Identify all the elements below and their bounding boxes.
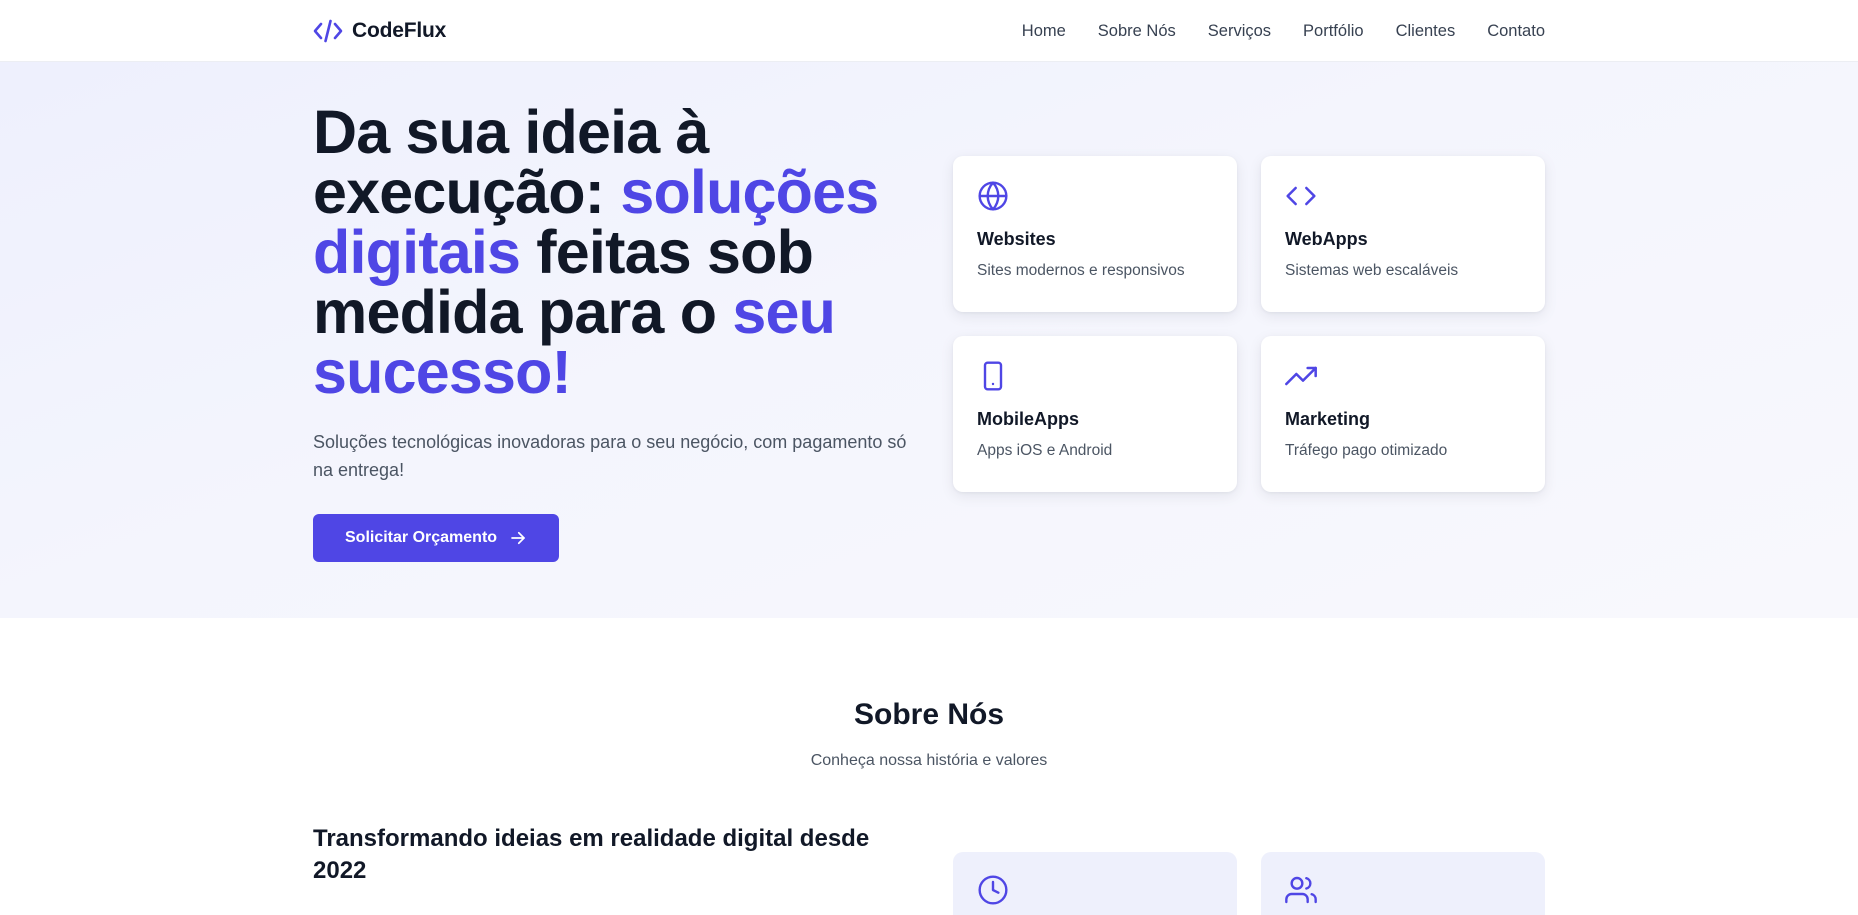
about-section-title: Sobre Nós <box>853 698 1005 731</box>
hero-content: Da sua ideia à execução: soluções digita… <box>313 102 913 562</box>
brand-logo[interactable]: CodeFlux <box>313 19 446 43</box>
code-icon <box>313 19 343 43</box>
nav-link-sobre-nos[interactable]: Sobre Nós <box>1098 22 1176 41</box>
service-card-webapps[interactable]: WebApps Sistemas web escaláveis <box>1261 156 1545 312</box>
services-grid: Websites Sites modernos e responsivos We… <box>953 156 1545 492</box>
nav-link-servicos[interactable]: Serviços <box>1208 22 1271 41</box>
service-desc: Tráfego pago otimizado <box>1285 442 1448 459</box>
brand-name: CodeFlux <box>352 19 447 42</box>
globe-icon <box>977 180 1009 212</box>
top-navbar: CodeFlux Home Sobre Nós Serviços Portfól… <box>0 0 1858 62</box>
arrow-right-icon <box>509 529 527 547</box>
service-title: WebApps <box>1285 229 1368 249</box>
service-title: Marketing <box>1285 409 1371 429</box>
service-desc: Sites modernos e responsivos <box>977 262 1185 279</box>
request-quote-label: Solicitar Orçamento <box>345 529 498 546</box>
service-title: MobileApps <box>977 409 1079 429</box>
nav-link-clientes[interactable]: Clientes <box>1396 22 1456 41</box>
service-card-marketing[interactable]: Marketing Tráfego pago otimizado <box>1261 336 1545 492</box>
nav-link-contato[interactable]: Contato <box>1487 22 1545 41</box>
service-desc: Sistemas web escaláveis <box>1285 262 1459 279</box>
hero-lead: Soluções tecnológicas inovadoras para o … <box>313 432 907 480</box>
service-card-websites[interactable]: Websites Sites modernos e responsivos <box>953 156 1237 312</box>
service-title: Websites <box>977 229 1056 249</box>
service-desc: Apps iOS e Android <box>977 442 1113 459</box>
hero-section: Da sua ideia à execução: soluções digita… <box>0 62 1858 618</box>
main-menu: Home Sobre Nós Serviços Portfólio Client… <box>1022 22 1545 41</box>
nav-link-home[interactable]: Home <box>1022 22 1066 41</box>
users-icon <box>1285 876 1317 910</box>
trending-up-icon <box>1285 360 1317 392</box>
about-section-subtitle: Conheça nossa história e valores <box>810 752 1048 769</box>
request-quote-button[interactable]: Solicitar Orçamento <box>313 514 560 562</box>
service-card-mobileapps[interactable]: MobileApps Apps iOS e Android <box>953 336 1237 492</box>
nav-link-portfolio[interactable]: Portfólio <box>1303 22 1364 41</box>
hero-headline: Da sua ideia à execução: soluções digita… <box>313 102 913 403</box>
clock-icon <box>977 875 1009 910</box>
smartphone-icon <box>977 360 1009 392</box>
feature-card-time <box>953 852 1237 915</box>
about-heading: Transformando ideias em realidade digita… <box>313 825 870 884</box>
feature-card-team <box>1261 852 1545 915</box>
code-icon <box>1285 180 1317 212</box>
